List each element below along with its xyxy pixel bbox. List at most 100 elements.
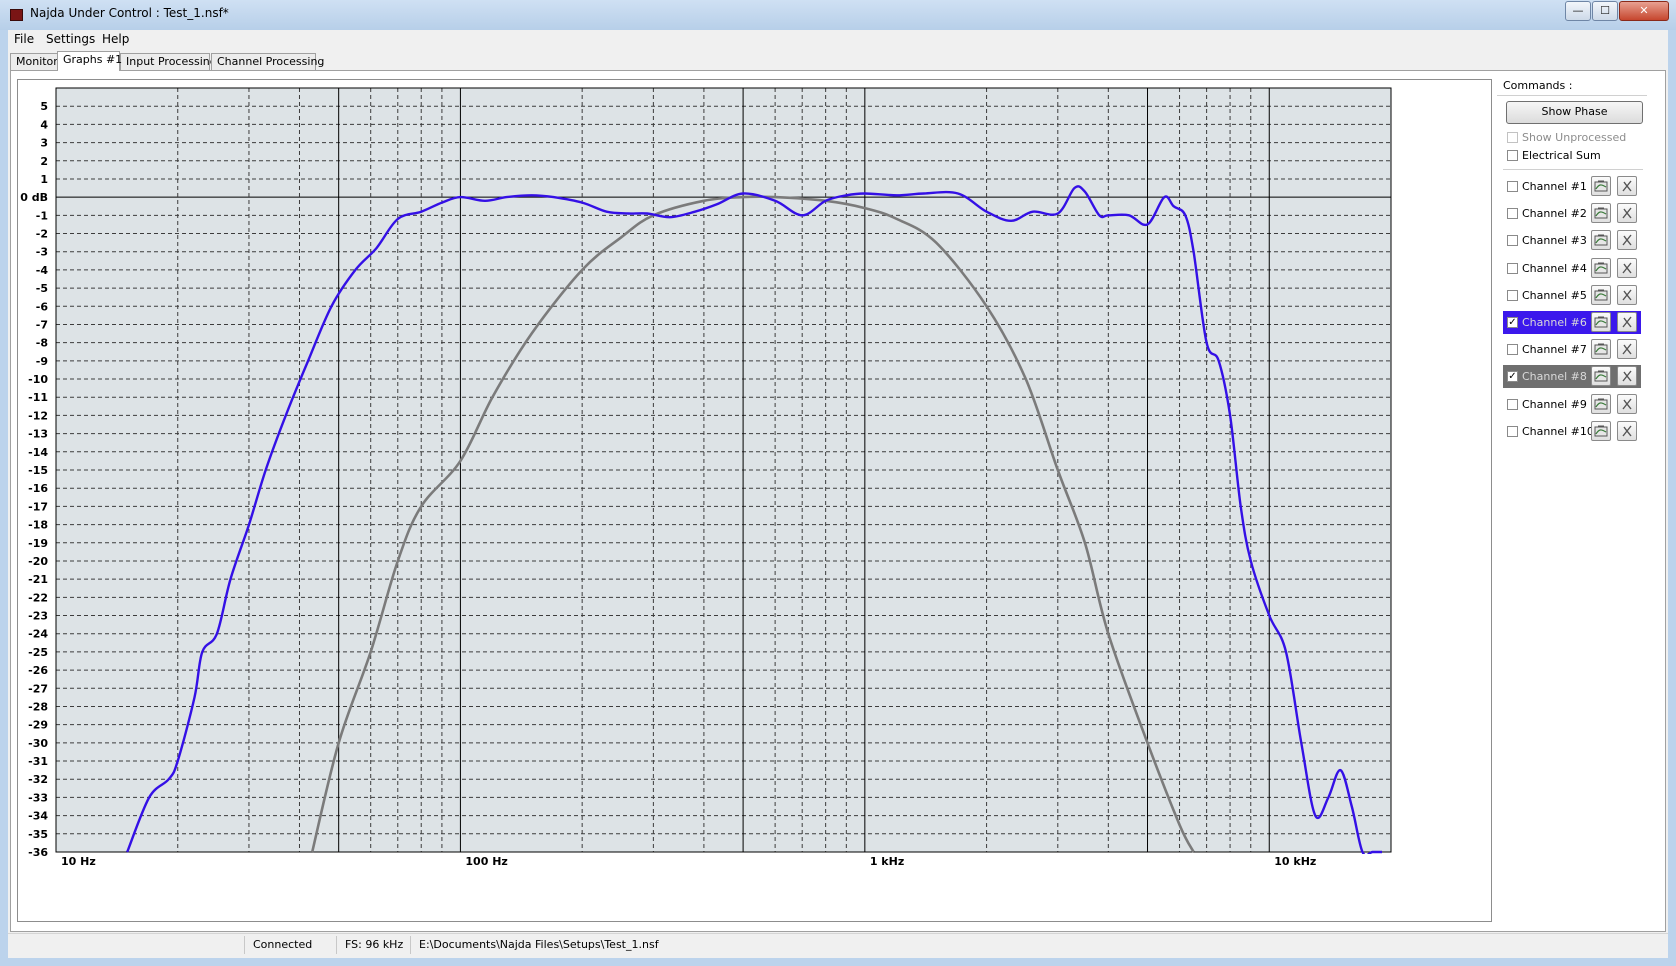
channel-label: Channel #1	[1522, 180, 1587, 193]
load-response-button[interactable]	[1591, 312, 1611, 332]
minimize-button[interactable]: —	[1565, 1, 1591, 21]
tab-input-processing[interactable]: Input Processing	[120, 53, 217, 70]
load-response-button[interactable]	[1591, 203, 1611, 224]
clear-response-button[interactable]	[1617, 230, 1637, 251]
y-tick-label: -36	[28, 846, 48, 859]
y-tick-label: -18	[28, 519, 48, 532]
clear-response-button[interactable]	[1617, 257, 1637, 278]
clear-x-icon	[1622, 316, 1632, 328]
clear-response-button[interactable]	[1617, 312, 1637, 332]
y-tick-label: -25	[28, 646, 48, 659]
clear-response-button[interactable]	[1617, 366, 1637, 387]
channel-label: Channel #9	[1522, 397, 1587, 411]
y-tick-label: -22	[28, 591, 48, 604]
y-tick-label: 2	[40, 155, 48, 168]
y-tick-label: 1	[40, 173, 48, 186]
load-response-button[interactable]	[1591, 393, 1611, 414]
clear-response-button[interactable]	[1617, 339, 1637, 360]
maximize-button[interactable]: ☐	[1592, 1, 1618, 21]
y-tick-label: -29	[28, 719, 48, 732]
x-tick-label: 1 kHz	[870, 855, 904, 868]
channel-row-7[interactable]: Channel #7	[1503, 338, 1641, 361]
y-tick-label: -6	[36, 300, 49, 313]
clear-x-icon	[1622, 207, 1632, 219]
y-tick-label: -20	[28, 555, 48, 568]
clear-x-icon	[1622, 425, 1632, 437]
channel-row-1[interactable]: Channel #1	[1503, 175, 1641, 198]
y-tick-label: -9	[36, 355, 48, 368]
menu-settings[interactable]: Settings	[46, 32, 95, 46]
load-response-button[interactable]	[1591, 230, 1611, 251]
y-tick-label: -8	[36, 337, 48, 350]
channel-row-3[interactable]: Channel #3	[1503, 229, 1641, 252]
show-unprocessed-box[interactable]	[1507, 132, 1518, 143]
channel-checkbox[interactable]	[1507, 425, 1518, 437]
channel-label: Channel #2	[1522, 207, 1587, 221]
load-response-button[interactable]	[1591, 176, 1611, 196]
channel-checkbox[interactable]: ✓	[1507, 371, 1518, 383]
load-curve-icon	[1594, 370, 1608, 382]
menu-help[interactable]: Help	[102, 32, 129, 46]
channel-checkbox[interactable]	[1507, 344, 1518, 356]
title-bar[interactable]: Najda Under Control : Test_1.nsf* — ☐ ✕	[0, 0, 1676, 30]
y-tick-label: -13	[28, 428, 48, 441]
channel-checkbox[interactable]	[1507, 398, 1518, 410]
clear-response-button[interactable]	[1617, 393, 1637, 414]
y-tick-label: -3	[36, 246, 48, 259]
load-response-button[interactable]	[1591, 366, 1611, 387]
channel-checkbox[interactable]	[1507, 235, 1518, 247]
status-bar: Connected FS: 96 kHz E:\Documents\Najda …	[8, 933, 1668, 956]
channels-divider	[1503, 169, 1643, 170]
load-response-button[interactable]	[1591, 284, 1611, 305]
channel-checkbox[interactable]	[1507, 208, 1518, 220]
y-tick-label: 5	[40, 100, 48, 113]
load-response-button[interactable]	[1591, 420, 1611, 441]
load-response-button[interactable]	[1591, 257, 1611, 278]
frequency-response-chart[interactable]: 5 4 3 2 1 0 dB -1 -2 -3 -4 -5 -6 -7 -8 -9 -10 -11 -12 -13 -…	[17, 79, 1492, 922]
channel-checkbox[interactable]	[1507, 181, 1518, 192]
channel-checkbox[interactable]	[1507, 289, 1518, 301]
load-response-button[interactable]	[1591, 339, 1611, 360]
load-curve-icon	[1594, 207, 1608, 219]
clear-response-button[interactable]	[1617, 176, 1637, 196]
clear-x-icon	[1622, 234, 1632, 246]
electrical-sum-box[interactable]	[1507, 150, 1518, 161]
clear-response-button[interactable]	[1617, 284, 1637, 305]
clear-response-button[interactable]	[1617, 203, 1637, 224]
y-tick-label: -17	[28, 500, 48, 513]
y-tick-label: 0 dB	[20, 191, 48, 204]
menu-file[interactable]: File	[14, 32, 34, 46]
x-tick-label: 100 Hz	[465, 855, 507, 868]
y-tick-label: -26	[28, 664, 48, 677]
load-curve-icon	[1594, 316, 1608, 328]
channel-row-2[interactable]: Channel #2	[1503, 202, 1641, 225]
client-area: File Settings Help Monitor Graphs #1 Inp…	[8, 30, 1668, 958]
channel-checkbox[interactable]	[1507, 262, 1518, 274]
channel-row-6[interactable]: ✓ Channel #6	[1503, 311, 1641, 334]
status-sample-rate: FS: 96 kHz	[336, 936, 411, 954]
channel-row-9[interactable]: Channel #9	[1503, 393, 1641, 416]
tab-channel-processing[interactable]: Channel Processing	[211, 53, 324, 70]
channel-label: Channel #4	[1522, 261, 1587, 275]
y-tick-label: -32	[28, 773, 48, 786]
clear-x-icon	[1622, 370, 1632, 382]
graphs-panel: 5 4 3 2 1 0 dB -1 -2 -3 -4 -5 -6 -7 -8 -9 -10 -11 -12 -13 -…	[10, 70, 1666, 932]
show-phase-button[interactable]: Show Phase	[1506, 101, 1643, 124]
channel-row-8[interactable]: ✓ Channel #8	[1503, 365, 1641, 389]
tab-graphs-1[interactable]: Graphs #1	[57, 51, 122, 71]
y-tick-label: -27	[28, 682, 48, 695]
load-curve-icon	[1594, 343, 1608, 355]
status-file-path: E:\Documents\Najda Files\Setups\Test_1.n…	[410, 936, 819, 954]
channel-row-5[interactable]: Channel #5	[1503, 284, 1641, 307]
electrical-sum-label: Electrical Sum	[1522, 149, 1601, 162]
app-window: Najda Under Control : Test_1.nsf* — ☐ ✕ …	[0, 0, 1676, 966]
channel-checkbox[interactable]: ✓	[1507, 317, 1518, 328]
status-connection: Connected	[244, 936, 337, 954]
channel-row-4[interactable]: Channel #4	[1503, 257, 1641, 280]
y-tick-label: -16	[28, 482, 48, 495]
channel-row-10[interactable]: Channel #10	[1503, 420, 1641, 443]
channel-label: Channel #5	[1522, 288, 1587, 302]
close-button[interactable]: ✕	[1619, 1, 1669, 21]
clear-response-button[interactable]	[1617, 420, 1637, 441]
load-curve-icon	[1594, 425, 1608, 437]
